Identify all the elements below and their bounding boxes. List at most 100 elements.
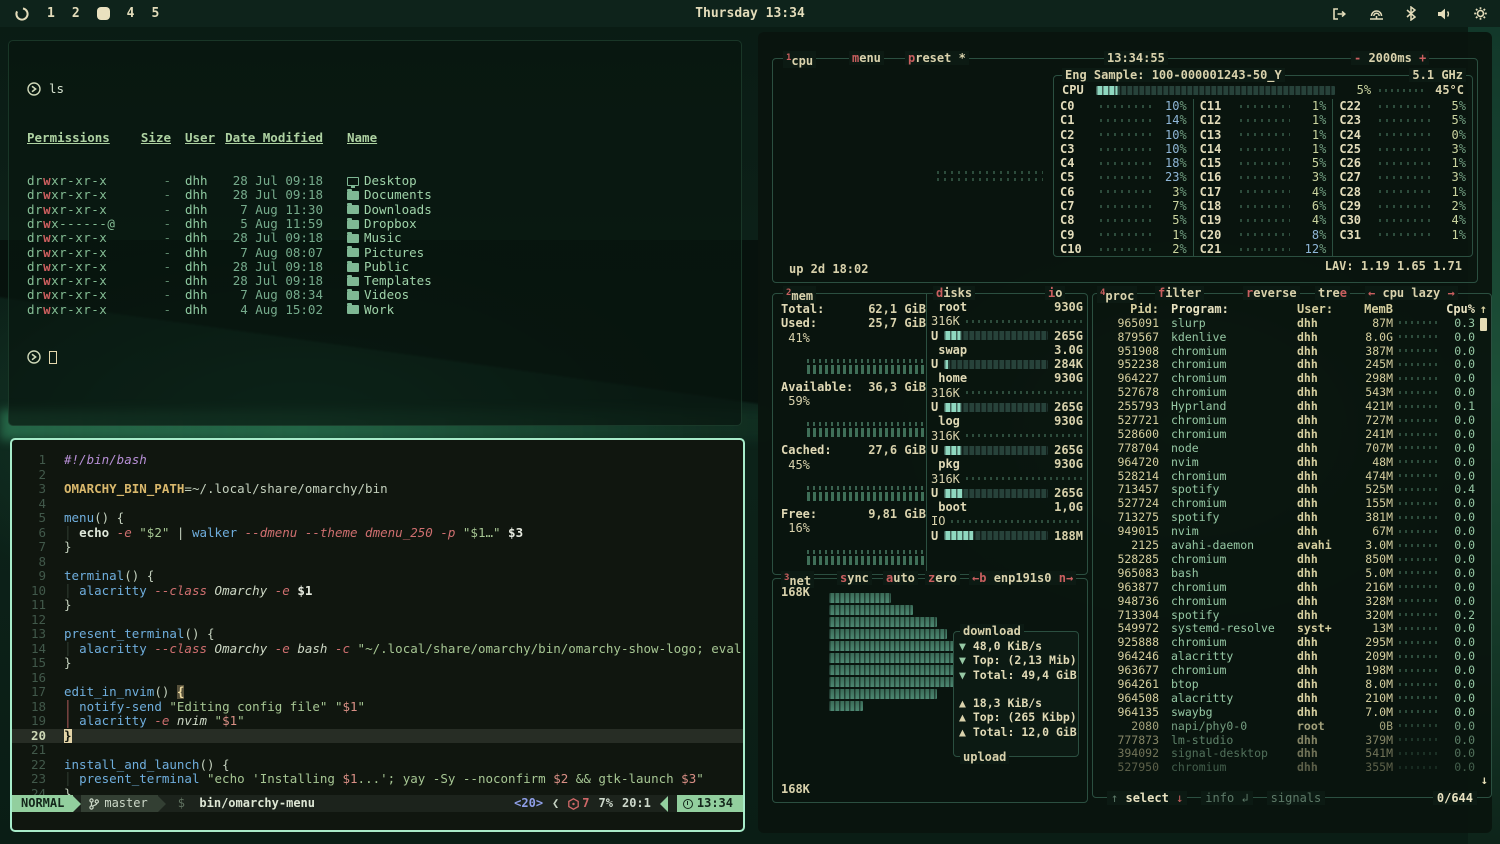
process-row[interactable]: 964246alacrittydhh209M0.0	[1093, 649, 1491, 663]
process-name: kdenlive	[1159, 330, 1297, 344]
process-row[interactable]: 963877chromiumdhh216M0.0	[1093, 580, 1491, 594]
editor-line[interactable]: 20}	[12, 729, 743, 744]
editor-line[interactable]: 4	[12, 497, 743, 512]
process-row[interactable]: 925888chromiumdhh295M0.0	[1093, 635, 1491, 649]
ls-row[interactable]: drwxr-xr-x-dhh28 Jul 09:18Music	[27, 231, 741, 245]
select-control[interactable]: ↑ select ↓	[1107, 791, 1187, 805]
editor-line[interactable]: 21	[12, 743, 743, 758]
process-row[interactable]: 549972systemd-resolvesyst+13M0.0	[1093, 622, 1491, 636]
cpu-tab[interactable]: 1cpu	[783, 51, 816, 68]
process-row[interactable]: 713457spotifydhh525M0.4	[1093, 483, 1491, 497]
scroll-up-indicator[interactable]: ↑	[1475, 302, 1487, 316]
ls-row[interactable]: drwxr-xr-x-dhh7 Aug 08:34Videos	[27, 288, 741, 302]
reverse-tab[interactable]: reverse	[1243, 286, 1300, 300]
editor-line[interactable]: 16	[12, 671, 743, 686]
process-row[interactable]: 255793Hyprlanddhh421M0.1	[1093, 399, 1491, 413]
editor-line[interactable]: 1#!/bin/bash	[12, 453, 743, 468]
process-row[interactable]: 527724chromiumdhh155M0.0	[1093, 497, 1491, 511]
btop-window[interactable]: 1cpu menu preset * 13:34:55 - 2000ms + u…	[758, 32, 1492, 833]
filter-tab[interactable]: filter	[1155, 286, 1204, 300]
process-row[interactable]: 2125avahi-daemonavahi3.0M0.0	[1093, 538, 1491, 552]
interface-switcher[interactable]: ←b enp191s0 n→	[969, 571, 1076, 585]
ls-row[interactable]: drwxr-xr-x-dhh7 Aug 08:07Pictures	[27, 246, 741, 260]
preset-tab[interactable]: preset *	[905, 51, 969, 65]
proc-scrollbar-thumb[interactable]	[1480, 318, 1487, 331]
settings-icon[interactable]	[1473, 6, 1488, 21]
process-row[interactable]: 964227chromiumdhh298M0.0	[1093, 372, 1491, 386]
ls-row[interactable]: drwxr-xr-x-dhh28 Jul 09:18Templates	[27, 274, 741, 288]
volume-icon[interactable]	[1437, 7, 1452, 21]
io-tab[interactable]: io	[1045, 286, 1065, 300]
ls-row[interactable]: drwx------@-dhh5 Aug 11:59Dropbox	[27, 217, 741, 231]
mem-tab[interactable]: 2mem	[783, 286, 816, 303]
process-row[interactable]: 777873lm-studiodhh379M0.0	[1093, 733, 1491, 747]
editor-line[interactable]: 23│ present_terminal "echo 'Installing $…	[12, 772, 743, 787]
process-row[interactable]: 964261btopdhh8.0M0.0	[1093, 677, 1491, 691]
process-row[interactable]: 713304spotifydhh320M0.2	[1093, 608, 1491, 622]
zero-tab[interactable]: zero	[925, 571, 960, 585]
editor-line[interactable]: 14│ alacritty --class Omarchy -e bash -c…	[12, 642, 743, 657]
core-name: C5	[1060, 170, 1094, 184]
process-row[interactable]: 528214chromiumdhh474M0.0	[1093, 469, 1491, 483]
ls-row[interactable]: drwxr-xr-x-dhh28 Jul 09:18Public	[27, 260, 741, 274]
ls-row[interactable]: drwxr-xr-x-dhh28 Jul 09:18Documents	[27, 188, 741, 202]
sync-tab[interactable]: sync	[837, 571, 872, 585]
process-row[interactable]: 964135swaybgdhh7.0M0.0	[1093, 705, 1491, 719]
editor-line[interactable]: 7}	[12, 540, 743, 555]
editor-window[interactable]: 1#!/bin/bash23OMARCHY_BIN_PATH=~/.local/…	[10, 438, 745, 832]
terminal-window[interactable]: ls PermissionsSizeUserDate ModifiedName …	[8, 40, 742, 426]
editor-line[interactable]: 19│ alacritty -e nvim "$1"	[12, 714, 743, 729]
process-row[interactable]: 2080napi/phy0-0root0B0.0	[1093, 719, 1491, 733]
process-row[interactable]: 527721chromiumdhh727M0.0	[1093, 413, 1491, 427]
ls-row[interactable]: drwxr-xr-x-dhh4 Aug 15:02Work	[27, 303, 741, 317]
process-row[interactable]: 527950chromiumdhh355M0.0	[1093, 761, 1491, 775]
process-row[interactable]: 778704nodedhh707M0.0	[1093, 441, 1491, 455]
process-row[interactable]: 963677chromiumdhh198M0.0	[1093, 663, 1491, 677]
process-row[interactable]: 952238chromiumdhh245M0.0	[1093, 358, 1491, 372]
interval-control[interactable]: - 2000ms +	[1351, 51, 1429, 65]
process-row[interactable]: 951908chromiumdhh387M0.0	[1093, 344, 1491, 358]
process-row[interactable]: 527678chromiumdhh543M0.0	[1093, 385, 1491, 399]
info-control[interactable]: info ↲	[1201, 791, 1252, 805]
editor-line[interactable]: 18│ notify-send "Editing config file" "$…	[12, 700, 743, 715]
sort-column-selector[interactable]: ← cpu lazy →	[1365, 286, 1458, 300]
process-row[interactable]: 949015nvimdhh67M0.0	[1093, 524, 1491, 538]
editor-line[interactable]: 3OMARCHY_BIN_PATH=~/.local/share/omarchy…	[12, 482, 743, 497]
editor-line[interactable]: 5menu() {	[12, 511, 743, 526]
process-row[interactable]: 964508alacrittydhh210M0.0	[1093, 691, 1491, 705]
editor-line[interactable]: 6│ echo -e "$2" | walker --dmenu --theme…	[12, 526, 743, 541]
menu-tab[interactable]: menu	[849, 51, 884, 65]
ls-row[interactable]: drwxr-xr-x-dhh28 Jul 09:18Desktop	[27, 174, 741, 188]
process-row[interactable]: 965091slurpdhh87M0.3	[1093, 316, 1491, 330]
git-branch-segment[interactable]: master	[81, 795, 157, 812]
editor-line[interactable]: 2	[12, 468, 743, 483]
editor-line[interactable]: 8	[12, 555, 743, 570]
editor-line[interactable]: 9terminal() {	[12, 569, 743, 584]
ls-row[interactable]: drwxr-xr-x-dhh7 Aug 11:30Downloads	[27, 203, 741, 217]
scroll-down-indicator[interactable]: ↓	[1481, 773, 1488, 787]
editor-line[interactable]: 12	[12, 613, 743, 628]
process-row[interactable]: 528285chromiumdhh850M0.0	[1093, 552, 1491, 566]
process-row[interactable]: 965083bashdhh5.0M0.0	[1093, 566, 1491, 580]
editor-line[interactable]: 10│ alacritty --class Omarchy -e $1	[12, 584, 743, 599]
process-row[interactable]: 528600chromiumdhh241M0.0	[1093, 427, 1491, 441]
tree-tab[interactable]: tree	[1315, 286, 1350, 300]
process-row[interactable]: 879567kdenlivedhh8.0G0.0	[1093, 330, 1491, 344]
process-row[interactable]: 964720nvimdhh48M0.0	[1093, 455, 1491, 469]
proc-tab[interactable]: 4proc	[1097, 286, 1137, 303]
editor-line[interactable]: 11}	[12, 598, 743, 613]
editor-line[interactable]: 17edit_in_nvim() {	[12, 685, 743, 700]
logout-icon[interactable]	[1331, 7, 1347, 21]
editor-line[interactable]: 22install_and_launch() {	[12, 758, 743, 773]
process-row[interactable]: 948736chromiumdhh328M0.0	[1093, 594, 1491, 608]
process-row[interactable]: 713275spotifydhh381M0.0	[1093, 510, 1491, 524]
editor-line[interactable]: 13present_terminal() {	[12, 627, 743, 642]
network-icon[interactable]	[1368, 7, 1385, 21]
editor-line[interactable]: 15}	[12, 656, 743, 671]
signals-control[interactable]: signals	[1267, 791, 1326, 805]
bluetooth-icon[interactable]	[1406, 6, 1416, 21]
prompt-line-empty[interactable]	[27, 350, 741, 365]
disks-tab[interactable]: disks	[933, 286, 975, 300]
auto-tab[interactable]: auto	[883, 571, 918, 585]
process-row[interactable]: 394092signal-desktopdhh541M0.0	[1093, 747, 1491, 761]
